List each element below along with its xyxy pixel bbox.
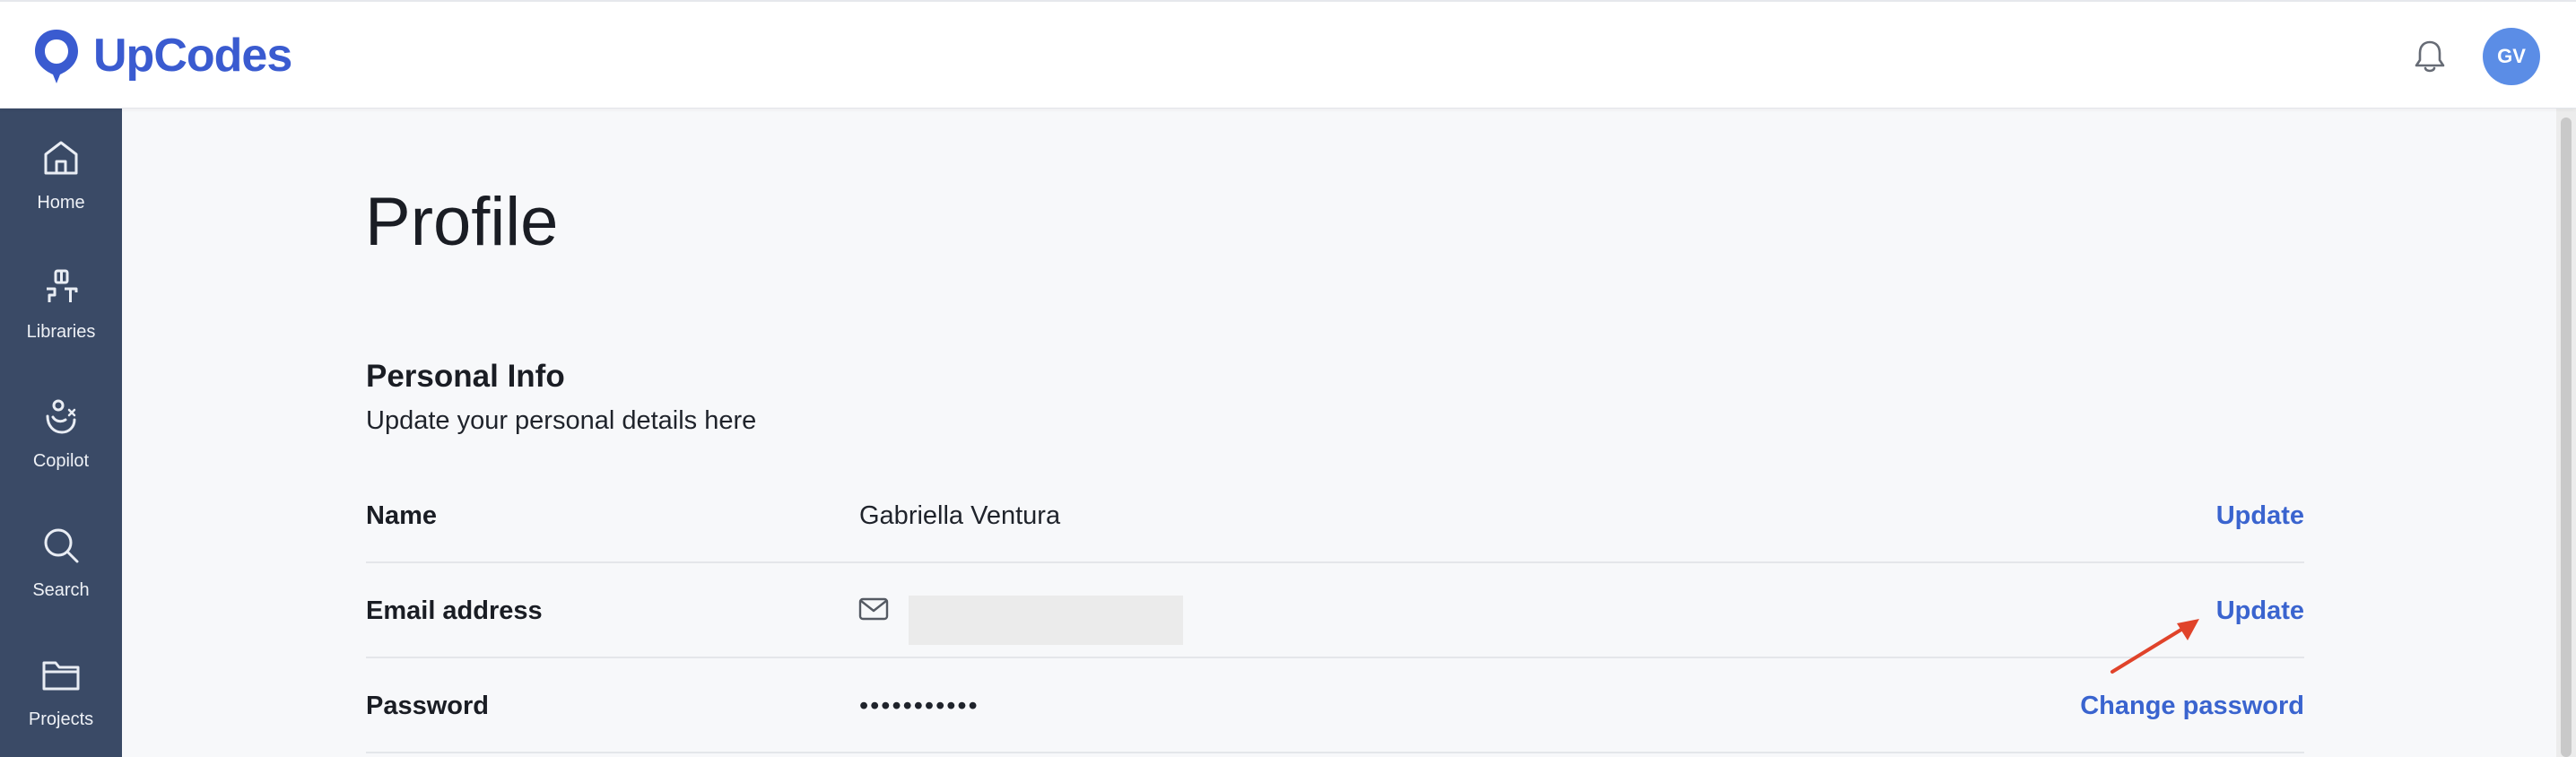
password-label: Password — [366, 692, 489, 720]
sidebar-item-label: Search — [32, 580, 90, 600]
sidebar: Home Libraries Copilot Search Projects — [0, 109, 122, 757]
annotation-arrow-icon — [2110, 619, 2199, 674]
sidebar-item-label: Copilot — [32, 451, 90, 471]
user-avatar[interactable]: GV — [2483, 28, 2540, 85]
sidebar-item-label: Home — [37, 193, 85, 213]
section-subtitle: Update your personal details here — [366, 406, 757, 435]
scrollbar-thumb[interactable] — [2561, 117, 2572, 757]
home-icon — [44, 141, 78, 175]
row-divider — [366, 561, 2304, 563]
row-divider — [366, 752, 2304, 753]
sidebar-item-libraries[interactable]: Libraries — [0, 245, 122, 361]
copilot-icon — [46, 399, 76, 434]
password-masked-value: ••••••••••• — [859, 692, 979, 720]
email-value-redacted — [909, 596, 1183, 645]
sidebar-item-home[interactable]: Home — [0, 116, 122, 232]
sidebar-item-copilot[interactable]: Copilot — [0, 374, 122, 491]
sidebar-item-label: Libraries — [26, 322, 96, 342]
folder-icon — [42, 661, 80, 691]
update-email-link[interactable]: Update — [2216, 598, 2304, 624]
page-title: Profile — [365, 184, 559, 260]
update-name-link[interactable]: Update — [2216, 503, 2304, 529]
sidebar-item-projects[interactable]: Projects — [0, 632, 122, 749]
bell-icon[interactable] — [2413, 38, 2447, 75]
brand-name: UpCodes — [93, 30, 292, 82]
search-icon — [44, 528, 79, 563]
logo-pin-icon — [35, 30, 78, 83]
row-divider — [366, 657, 2304, 658]
name-value: Gabriella Ventura — [859, 501, 1061, 530]
section-title: Personal Info — [366, 359, 565, 394]
sidebar-item-search[interactable]: Search — [0, 503, 122, 620]
change-password-link[interactable]: Change password — [2080, 693, 2304, 719]
email-label: Email address — [366, 596, 543, 625]
libraries-icon — [47, 269, 78, 302]
name-label: Name — [366, 501, 437, 530]
top-header: UpCodes GV — [0, 0, 2576, 109]
mail-icon — [858, 597, 889, 621]
sidebar-item-label: Projects — [28, 709, 94, 729]
upcodes-logo[interactable]: UpCodes — [30, 23, 292, 88]
page-scrollbar[interactable] — [2556, 109, 2576, 757]
